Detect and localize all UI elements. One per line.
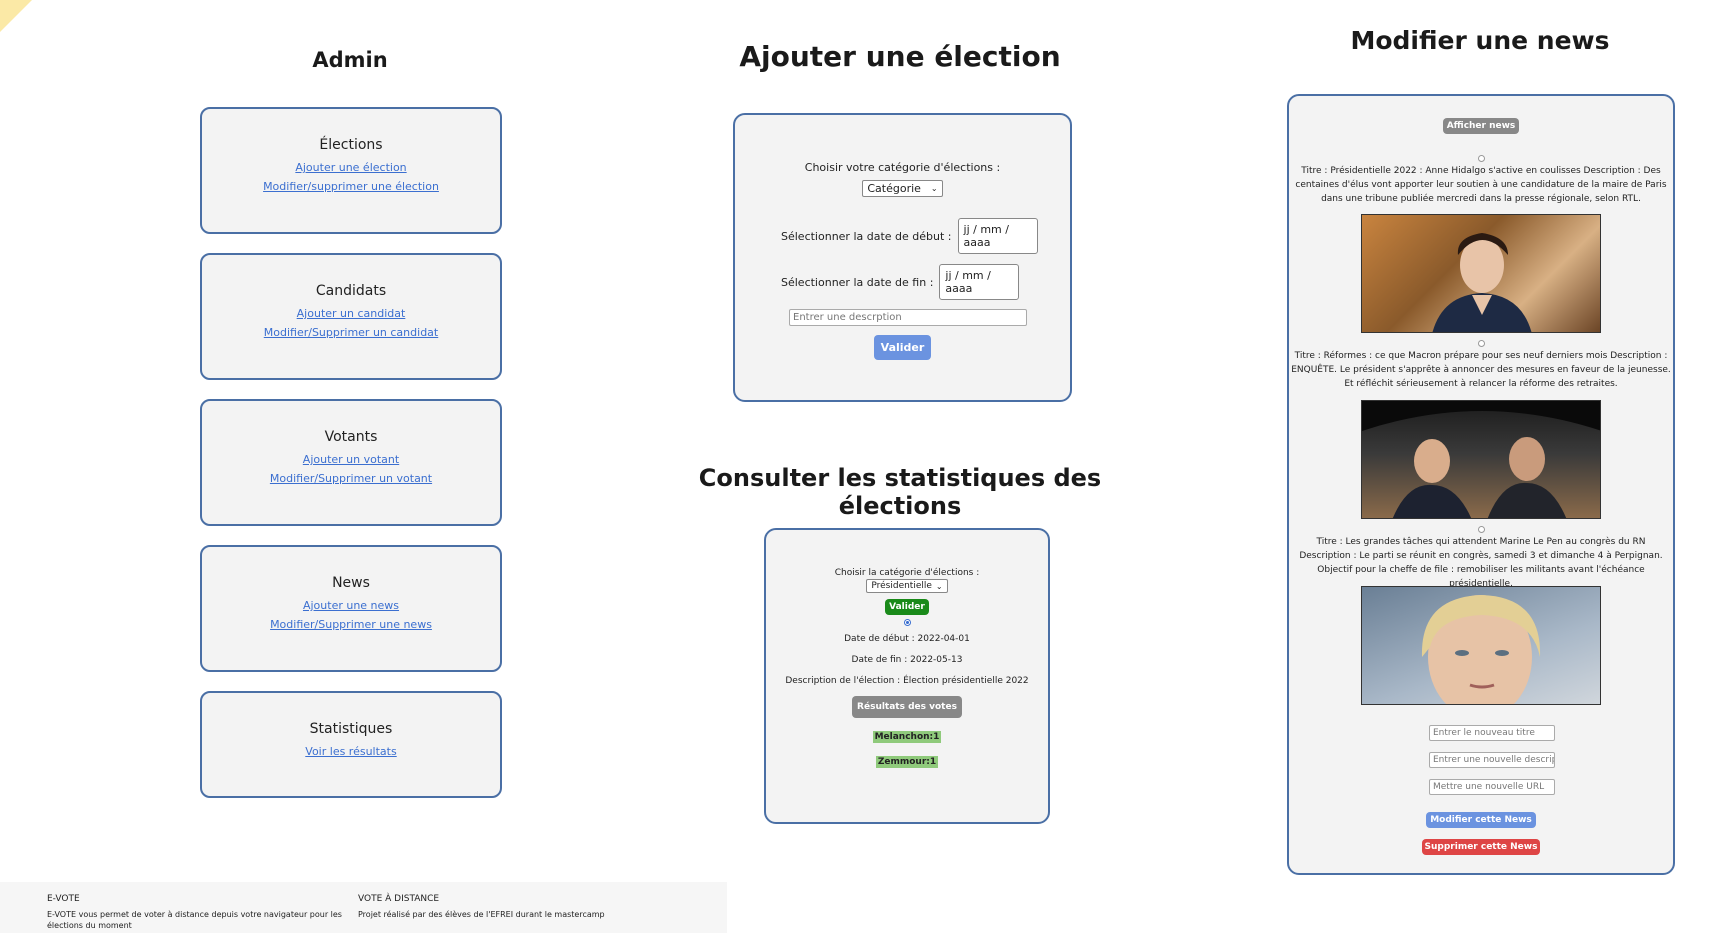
result-item: Melanchon:1 [872, 731, 942, 743]
card-title: Statistiques [309, 721, 393, 737]
admin-title: Admin [312, 48, 388, 72]
stats-start-date: Date de début : 2022-04-01 [844, 634, 970, 644]
end-date-label: Sélectionner la date de fin : [781, 275, 934, 289]
link-add-election[interactable]: Ajouter une élection [202, 161, 500, 174]
modify-news-button[interactable]: Modifier cette News [1426, 812, 1536, 828]
add-election-title: Ajouter une élection [739, 40, 1061, 73]
card-news: News Ajouter une news Modifier/Supprimer… [200, 545, 502, 672]
card-elections: Élections Ajouter une élection Modifier/… [200, 107, 502, 234]
stats-category-value: Présidentielle [871, 581, 932, 591]
news-radio[interactable] [1477, 340, 1485, 347]
card-title: Candidats [315, 283, 387, 299]
delete-news-button[interactable]: Supprimer cette News [1421, 839, 1541, 855]
link-add-news[interactable]: Ajouter une news [202, 599, 500, 612]
start-date-label: Sélectionner la date de début : [781, 229, 952, 243]
new-description-input[interactable]: Entrer une nouvelle descriptio [1429, 752, 1555, 768]
news-image-macron [1361, 400, 1601, 519]
start-date-input[interactable]: jj / mm / aaaa [957, 218, 1038, 254]
chevron-down-icon: ⌄ [935, 581, 943, 591]
category-label: Choisir votre catégorie d'élections : [804, 161, 1001, 174]
footer-vote-text: Projet réalisé par des élèves de l'EFREI… [358, 910, 605, 919]
end-date-input[interactable]: jj / mm / aaaa [939, 264, 1020, 300]
link-add-candidate[interactable]: Ajouter un candidat [202, 307, 500, 320]
card-title: Élections [319, 137, 383, 153]
news-radio[interactable] [1477, 526, 1485, 533]
add-election-submit-button[interactable]: Valider [873, 335, 932, 360]
election-radio[interactable] [903, 619, 911, 626]
card-candidats: Candidats Ajouter un candidat Modifier/S… [200, 253, 502, 380]
news-image-lepen [1361, 586, 1601, 705]
new-title-input[interactable]: Entrer le nouveau titre [1429, 725, 1555, 741]
new-url-input[interactable]: Mettre une nouvelle URL [1429, 779, 1555, 795]
stats-submit-button[interactable]: Valider [885, 599, 929, 615]
stats-category-select[interactable]: Présidentielle ⌄ [866, 579, 948, 593]
stats-description: Description de l'élection : Élection pré… [785, 676, 1029, 686]
footer-brand-title: E-VOTE [47, 894, 80, 904]
description-input[interactable]: Entrer une descrption [789, 309, 1027, 326]
news-panel: Afficher news Titre : Présidentielle 202… [1287, 94, 1675, 875]
stats-panel: Choisir la catégorie d'élections : Prési… [764, 528, 1050, 824]
news-item-text: Titre : Présidentielle 2022 : Anne Hidal… [1295, 166, 1667, 204]
show-news-button[interactable]: Afficher news [1442, 118, 1520, 134]
news-item-text: Titre : Réformes : ce que Macron prépare… [1291, 351, 1671, 389]
news-title: Modifier une news [1350, 26, 1610, 55]
card-title: News [332, 575, 370, 591]
add-election-form: Choisir votre catégorie d'élections : Ca… [733, 113, 1072, 402]
card-votants: Votants Ajouter un votant Modifier/Suppr… [200, 399, 502, 526]
stats-end-date: Date de fin : 2022-05-13 [851, 655, 963, 665]
category-select-value: Catégorie [867, 182, 921, 195]
news-item-text: Titre : Les grandes tâches qui attendent… [1299, 537, 1663, 589]
stats-category-label: Choisir la catégorie d'élections : [834, 568, 980, 578]
link-edit-voter[interactable]: Modifier/Supprimer un votant [202, 472, 500, 485]
stats-title: Consulter les statistiques des élections [698, 464, 1102, 520]
footer-vote-title: VOTE À DISTANCE [358, 894, 440, 904]
chevron-down-icon: ⌄ [930, 184, 938, 193]
card-title: Votants [324, 429, 378, 445]
result-item: Zemmour:1 [875, 756, 939, 768]
link-edit-election[interactable]: Modifier/supprimer une élection [202, 180, 500, 193]
link-view-results[interactable]: Voir les résultats [202, 745, 500, 758]
category-select[interactable]: Catégorie ⌄ [862, 180, 943, 197]
link-edit-news[interactable]: Modifier/Supprimer une news [202, 618, 500, 631]
card-statistiques: Statistiques Voir les résultats [200, 691, 502, 798]
link-edit-candidate[interactable]: Modifier/Supprimer un candidat [202, 326, 500, 339]
corner-decoration [0, 0, 32, 32]
news-image-hidalgo [1361, 214, 1601, 333]
footer: E-VOTE E-VOTE vous permet de voter à dis… [0, 882, 727, 933]
footer-brand-text: E-VOTE vous permet de voter à distance d… [47, 910, 342, 930]
news-radio[interactable] [1477, 155, 1485, 162]
link-add-voter[interactable]: Ajouter un votant [202, 453, 500, 466]
results-button[interactable]: Résultats des votes [852, 696, 962, 718]
